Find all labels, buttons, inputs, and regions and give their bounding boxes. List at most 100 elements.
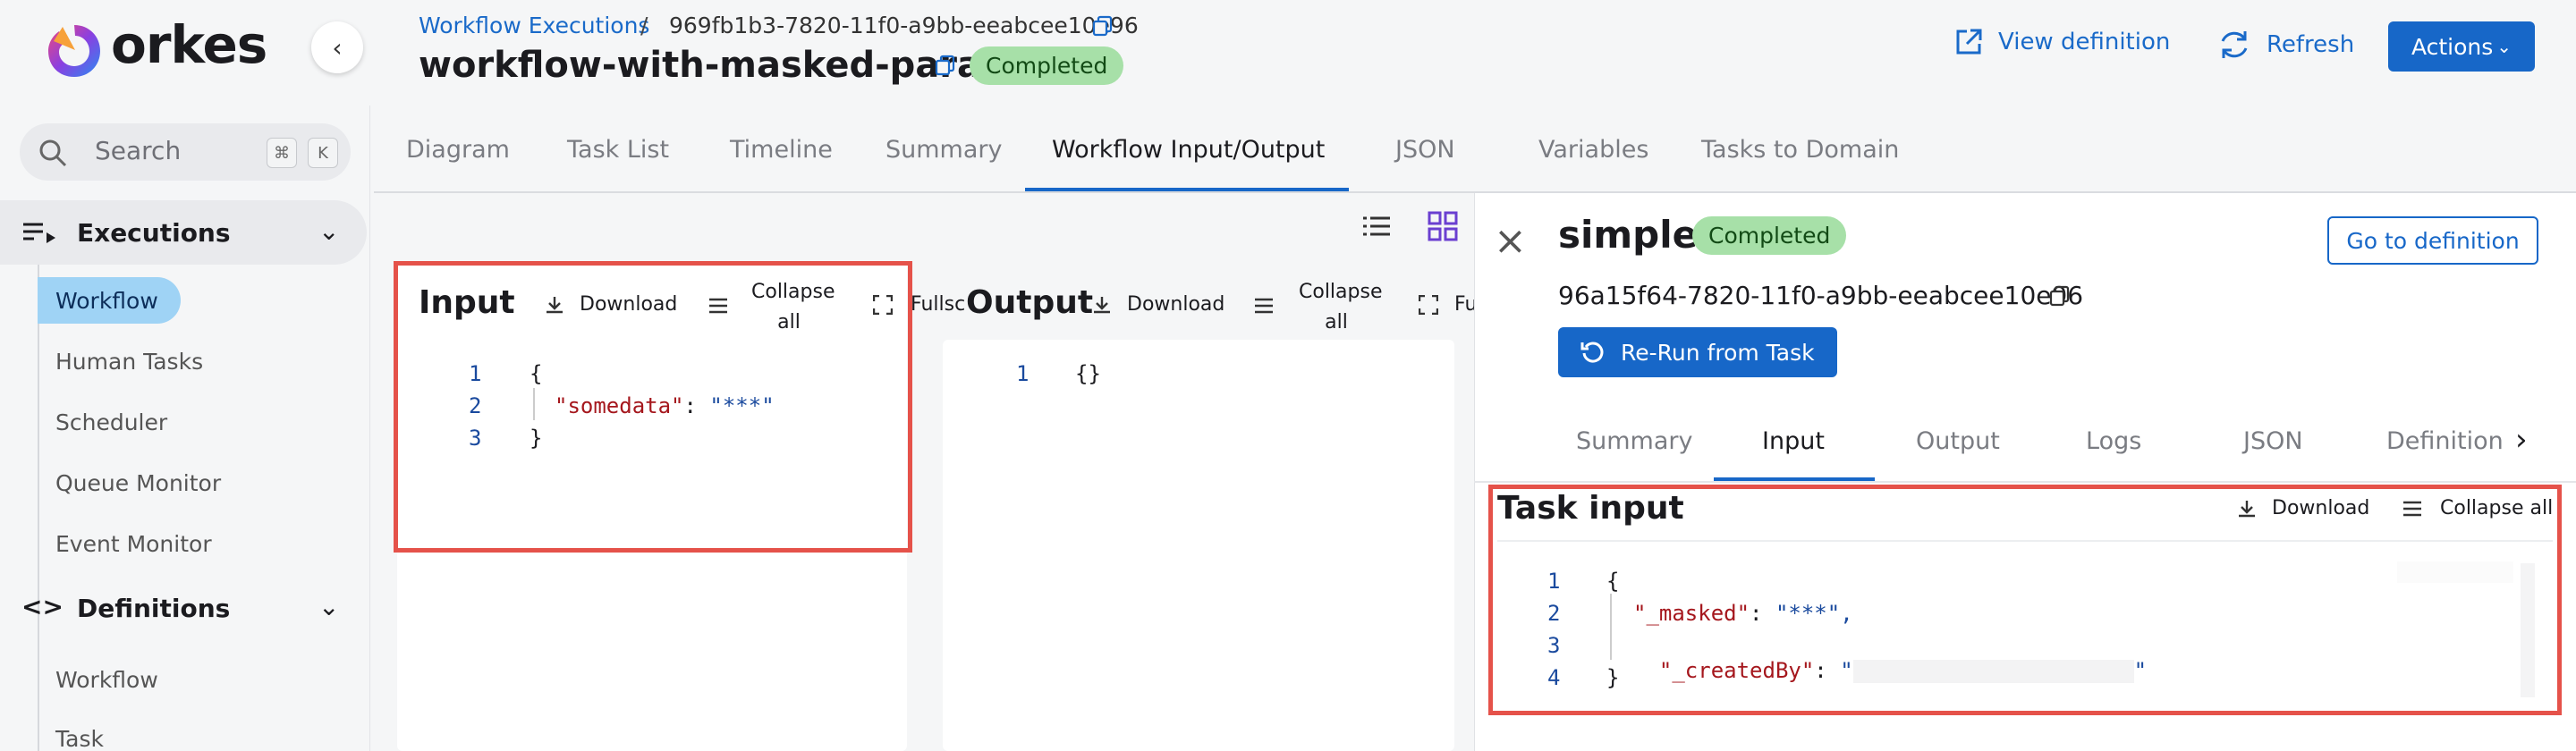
brand-name: orkes	[111, 14, 267, 75]
sidebar-item-queue-monitor[interactable]: Queue Monitor	[55, 470, 221, 496]
back-button[interactable]: ‹	[311, 21, 363, 73]
code-line-masked: "_masked": "***",	[1633, 601, 1853, 626]
drawer-tabs-divider	[1474, 481, 2576, 483]
fullscreen-icon[interactable]	[1419, 295, 1438, 315]
rerun-from-task-button[interactable]: Re-Run from Task	[1558, 327, 1837, 377]
breadcrumb-separator: /	[640, 13, 648, 38]
tab-task-list[interactable]: Task List	[567, 136, 669, 164]
view-definition-label: View definition	[1998, 29, 2171, 55]
sidebar-section-definitions[interactable]: <> Definitions ⌄	[0, 576, 367, 640]
actions-button[interactable]: Actions ⌄	[2388, 21, 2535, 72]
status-badge: Completed	[970, 46, 1124, 85]
input-fullscreen-label[interactable]: Fullscreen	[911, 293, 964, 316]
input-collapse-all-button[interactable]: Collapse all	[751, 277, 835, 338]
view-definition-button[interactable]: View definition	[1953, 27, 2170, 57]
editor-scrollbar[interactable]	[2521, 563, 2535, 697]
tab-variables[interactable]: Variables	[1538, 136, 1648, 164]
sidebar: ⌘ K Search Executions ⌄ Workflow Human T…	[0, 105, 370, 751]
sidebar-item-def-task[interactable]: Task	[55, 726, 104, 751]
copy-icon[interactable]	[2048, 284, 2072, 308]
output-download-button[interactable]: Download	[1091, 293, 1224, 316]
json-key: "_masked"	[1633, 601, 1750, 626]
drawer-tab-definition[interactable]: Definition	[2386, 427, 2513, 455]
tab-workflow-input-output[interactable]: Workflow Input/Output	[1052, 136, 1325, 164]
chevron-down-icon: ⌄	[318, 216, 340, 246]
breadcrumb-workflow-executions[interactable]: Workflow Executions	[419, 13, 649, 38]
orkes-logo-icon	[48, 25, 100, 77]
search-input[interactable]: ⌘ K	[20, 123, 351, 181]
sidebar-item-human-tasks[interactable]: Human Tasks	[55, 349, 203, 375]
drawer-tab-output[interactable]: Output	[1916, 427, 2000, 455]
chevron-right-icon[interactable]: ›	[2515, 422, 2528, 458]
drawer-tab-summary[interactable]: Summary	[1576, 427, 1692, 455]
fullscreen-icon[interactable]	[873, 295, 893, 315]
output-panel	[943, 340, 1454, 751]
line-number: 1	[1547, 569, 1561, 594]
drawer-tab-input[interactable]: Input	[1762, 427, 1825, 455]
json-key: "somedata"	[555, 393, 684, 418]
sidebar-item-scheduler[interactable]: Scheduler	[55, 409, 167, 435]
task-status-badge: Completed	[1692, 216, 1847, 255]
task-id: 96a15f64-7820-11f0-a9bb-eeabcee10e96	[1558, 281, 2084, 310]
divider	[1497, 540, 2553, 542]
input-download-button[interactable]: Download	[544, 293, 677, 316]
redacted-value	[1852, 660, 2134, 683]
sidebar-section-executions[interactable]: Executions ⌄	[0, 200, 367, 265]
active-tab-indicator	[1025, 188, 1349, 191]
grid-view-icon[interactable]	[1428, 211, 1458, 241]
copy-icon[interactable]	[934, 54, 957, 77]
drawer-tab-json[interactable]: JSON	[2243, 427, 2303, 455]
sidebar-executions-label: Executions	[77, 218, 231, 248]
breadcrumb-workflow-id: 969fb1b3-7820-11f0-a9bb-eeabcee10e96	[669, 13, 1139, 38]
output-collapse-label-1: Collapse	[1299, 281, 1383, 303]
go-to-definition-button[interactable]: Go to definition	[2327, 216, 2538, 265]
code-icon: <>	[21, 592, 64, 621]
code-text: {	[530, 361, 543, 386]
json-value: "***",	[1775, 601, 1853, 626]
code-line-somedata: "somedata": "***"	[555, 393, 775, 418]
drawer-tab-logs[interactable]: Logs	[2086, 427, 2141, 455]
tab-diagram[interactable]: Diagram	[406, 136, 510, 164]
refresh-button[interactable]: Refresh	[2216, 27, 2354, 63]
refresh-icon	[2221, 31, 2248, 58]
code-text: {	[1606, 569, 1620, 594]
task-input-collapse-all-button[interactable]: Collapse all	[2402, 497, 2553, 519]
sidebar-item-def-workflow[interactable]: Workflow	[55, 667, 158, 693]
output-collapse-all-button[interactable]: Collapse all	[1299, 277, 1383, 338]
list-view-icon[interactable]	[1361, 215, 1392, 238]
drawer-active-tab-indicator	[1714, 477, 1875, 481]
rerun-label: Re-Run from Task	[1621, 339, 1815, 366]
shortcut-key-k: K	[308, 138, 338, 168]
line-number: 2	[1547, 601, 1561, 626]
execution-tabs	[374, 105, 2576, 193]
collapse-icon[interactable]	[1254, 297, 1274, 315]
json-key: "_createdBy"	[1658, 658, 1815, 683]
output-fullscreen-label[interactable]: Fu	[1454, 293, 1474, 316]
sidebar-item-event-monitor[interactable]: Event Monitor	[55, 531, 212, 557]
copy-icon[interactable]	[1091, 14, 1114, 38]
json-sep: :	[683, 393, 710, 418]
code-text: }	[1606, 665, 1620, 690]
task-input-download-button[interactable]: Download	[2236, 497, 2369, 519]
line-number: 3	[469, 426, 482, 451]
search-placeholder: Search	[95, 136, 182, 165]
collapse-icon[interactable]	[708, 297, 728, 315]
sidebar-item-workflow[interactable]: Workflow	[55, 288, 158, 314]
tab-tasks-to-domain[interactable]: Tasks to Domain	[1701, 136, 1899, 164]
tab-json[interactable]: JSON	[1395, 136, 1455, 164]
tab-summary[interactable]: Summary	[886, 136, 1002, 164]
line-number: 3	[1547, 633, 1561, 658]
editor-minimap[interactable]	[2397, 561, 2513, 583]
json-value-close-quote: "	[2133, 658, 2148, 683]
close-icon[interactable]: ×	[1494, 218, 1527, 264]
line-number: 1	[469, 361, 482, 386]
input-collapse-label-1: Collapse	[751, 281, 835, 303]
task-name: simple	[1558, 213, 1699, 257]
shortcut-key-cmd: ⌘	[267, 138, 297, 168]
line-number: 2	[469, 393, 482, 418]
tab-timeline[interactable]: Timeline	[730, 136, 833, 164]
output-panel-title: Output	[966, 284, 1094, 321]
indent-guide	[1610, 594, 1612, 660]
task-input-title: Task input	[1497, 490, 1684, 527]
page-title: workflow-with-masked-param	[419, 45, 1019, 86]
